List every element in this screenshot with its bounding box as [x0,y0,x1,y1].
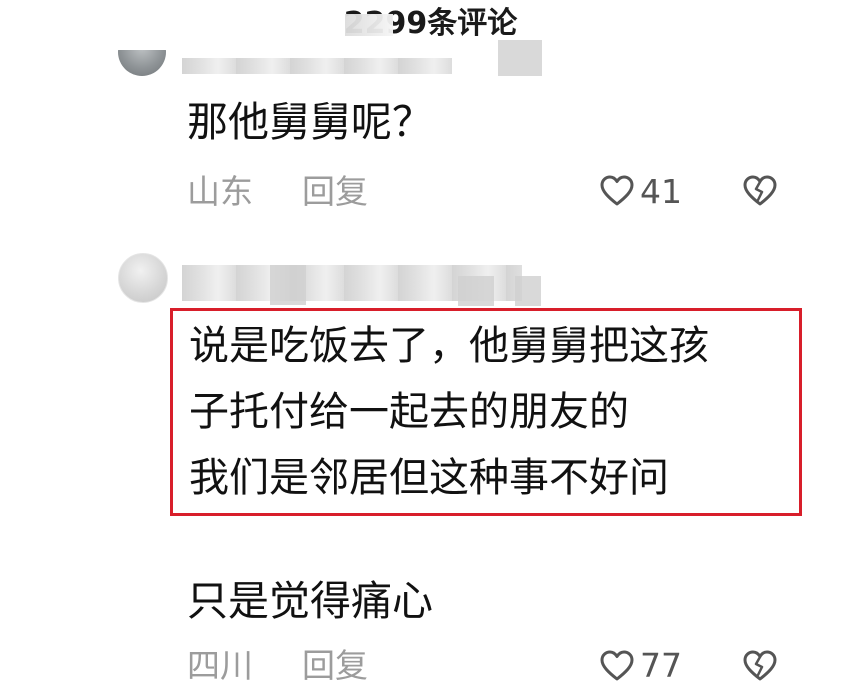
like-count: 41 [640,172,682,211]
heart-outline-icon[interactable] [600,175,634,207]
reply-button[interactable]: 回复 [302,644,368,685]
comment-count-title: 2299条评论 [343,6,518,41]
blur-mask [498,40,542,76]
reply-button[interactable]: 回复 [302,170,368,214]
comment-location: 四川 [187,646,253,685]
broken-heart-icon[interactable] [743,650,777,682]
comment-location: 山东 [187,172,253,211]
avatar[interactable] [118,253,168,303]
blur-mask [270,265,306,305]
comment-text-line: 我们是邻居但这种事不好问 [189,455,669,501]
username-blurred[interactable] [182,58,452,74]
comment-text-line: 子托付给一起去的朋友的 [189,389,629,435]
blur-mask [515,276,541,306]
comment-panel: 2299条评论 那他舅舅呢？ 山东 回复 41 说是吃饭去了，他舅舅把这孩 子托… [0,0,861,685]
comment-text-line: 说是吃饭去了，他舅舅把这孩 [189,323,709,369]
blur-mask [458,276,494,306]
broken-heart-icon[interactable] [743,175,777,207]
title-blur-mask [345,14,393,36]
comment-text: 那他舅舅呢？ [187,98,433,146]
heart-outline-icon[interactable] [600,650,634,682]
comment-text: 只是觉得痛心 [187,577,433,625]
like-count: 77 [640,646,682,685]
